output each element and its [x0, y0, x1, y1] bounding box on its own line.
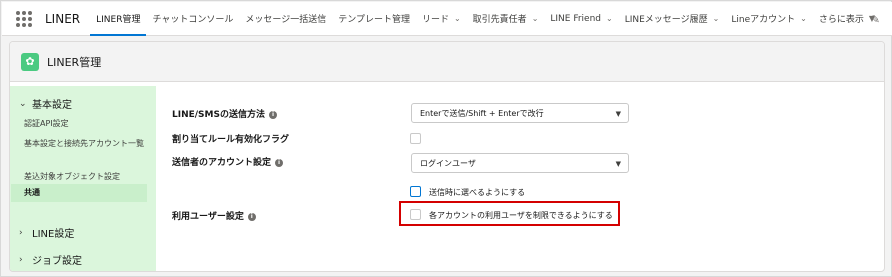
top-navigation: LINER LINER管理 チャットコンソール メッセージ一括送信 テンプレート…	[2, 2, 892, 36]
sidebar-group-line-settings[interactable]: › LINE設定	[10, 225, 74, 241]
chevron-down-icon[interactable]: ⌄	[532, 14, 539, 23]
user-setting-label: 利用ユーザー設定 i	[172, 209, 256, 222]
page-header: ✿ LINER管理	[10, 42, 884, 82]
app-name: LINER	[45, 11, 81, 26]
sidebar-item-account-list[interactable]: 基本設定と接続先アカウント一覧	[24, 138, 146, 150]
info-icon[interactable]: i	[275, 159, 284, 167]
nav-tab-line-friend[interactable]: LINE Friend ⌄	[544, 2, 618, 36]
info-icon[interactable]: i	[268, 111, 277, 119]
chevron-down-icon[interactable]: ⌄	[606, 14, 613, 23]
chevron-right-icon[interactable]: ›	[19, 228, 32, 238]
settings-card: ✿ LINER管理 ⌄ 基本設定 認証API設定 基本設定と接続先アカウント一覧…	[9, 41, 885, 272]
nav-tab-contact[interactable]: 取引先責任者 ⌄	[467, 2, 545, 36]
nav-tab-line-message-history[interactable]: LINEメッセージ履歴 ⌄	[619, 2, 726, 36]
send-method-select[interactable]: Enterで送信/Shift + Enterで改行 ▼	[411, 103, 629, 123]
chevron-down-icon[interactable]: ⌄	[713, 14, 720, 23]
sidebar-group-basic-settings[interactable]: ⌄ 基本設定	[10, 96, 72, 112]
app-frame: LINER LINER管理 チャットコンソール メッセージ一括送信 テンプレート…	[0, 0, 892, 277]
nav-tab-bulk-message[interactable]: メッセージ一括送信	[239, 2, 332, 36]
sidebar-item-merge-object[interactable]: 差込対象オブジェクト設定	[24, 171, 120, 183]
sidebar-item-common[interactable]: 共通	[24, 187, 40, 199]
chevron-down-icon[interactable]: ⌄	[19, 99, 32, 109]
settings-sidebar: ⌄ 基本設定 認証API設定 基本設定と接続先アカウント一覧 差込対象オブジェク…	[10, 86, 156, 271]
app-launcher-icon[interactable]	[16, 10, 32, 27]
caret-down-icon: ▼	[615, 160, 621, 168]
highlight-box	[399, 201, 620, 226]
selectable-on-send-label: 送信時に選べるようにする	[429, 188, 526, 197]
nav-tab-lead[interactable]: リード ⌄	[416, 2, 467, 36]
info-icon[interactable]: i	[247, 213, 256, 221]
caret-down-icon: ▼	[615, 110, 621, 118]
nav-tab-liner-admin[interactable]: LINER管理	[90, 2, 147, 36]
sender-account-label: 送信者のアカウント設定 i	[172, 155, 284, 168]
assign-rule-checkbox[interactable]	[410, 133, 421, 144]
nav-tab-line-account[interactable]: Lineアカウント ⌄	[725, 2, 812, 36]
leaf-icon: ✿	[21, 52, 39, 71]
sender-account-select[interactable]: ログインユーザ ▼	[411, 153, 629, 173]
sidebar-group-job-settings[interactable]: › ジョブ設定	[10, 252, 82, 268]
send-method-label: LINE/SMSの送信方法 i	[172, 107, 277, 120]
edit-pencil-icon[interactable]: ✎	[871, 13, 880, 26]
assign-rule-label: 割り当てルール有効化フラグ	[172, 135, 290, 145]
selectable-on-send-checkbox[interactable]	[410, 186, 421, 197]
chevron-down-icon[interactable]: ⌄	[454, 14, 461, 23]
nav-tab-chat-console[interactable]: チャットコンソール	[146, 2, 239, 36]
chevron-right-icon[interactable]: ›	[19, 255, 32, 265]
page-title: LINER管理	[47, 55, 102, 69]
nav-tab-template[interactable]: テンプレート管理	[332, 2, 416, 36]
chevron-down-icon[interactable]: ⌄	[800, 14, 807, 23]
sidebar-item-auth-api[interactable]: 認証API設定	[24, 118, 69, 130]
